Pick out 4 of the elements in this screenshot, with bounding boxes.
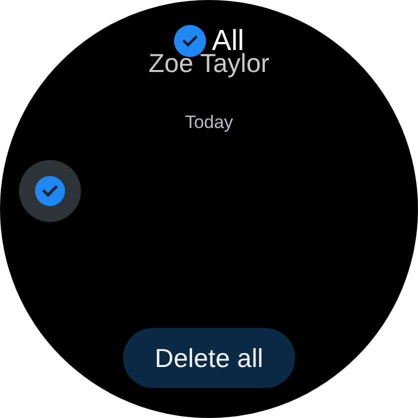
sender-name: Zoe Taylor [148,49,270,77]
date-header: Today [184,111,234,134]
check-icon [35,176,65,206]
delete-all-button[interactable]: Delete all [123,328,295,388]
